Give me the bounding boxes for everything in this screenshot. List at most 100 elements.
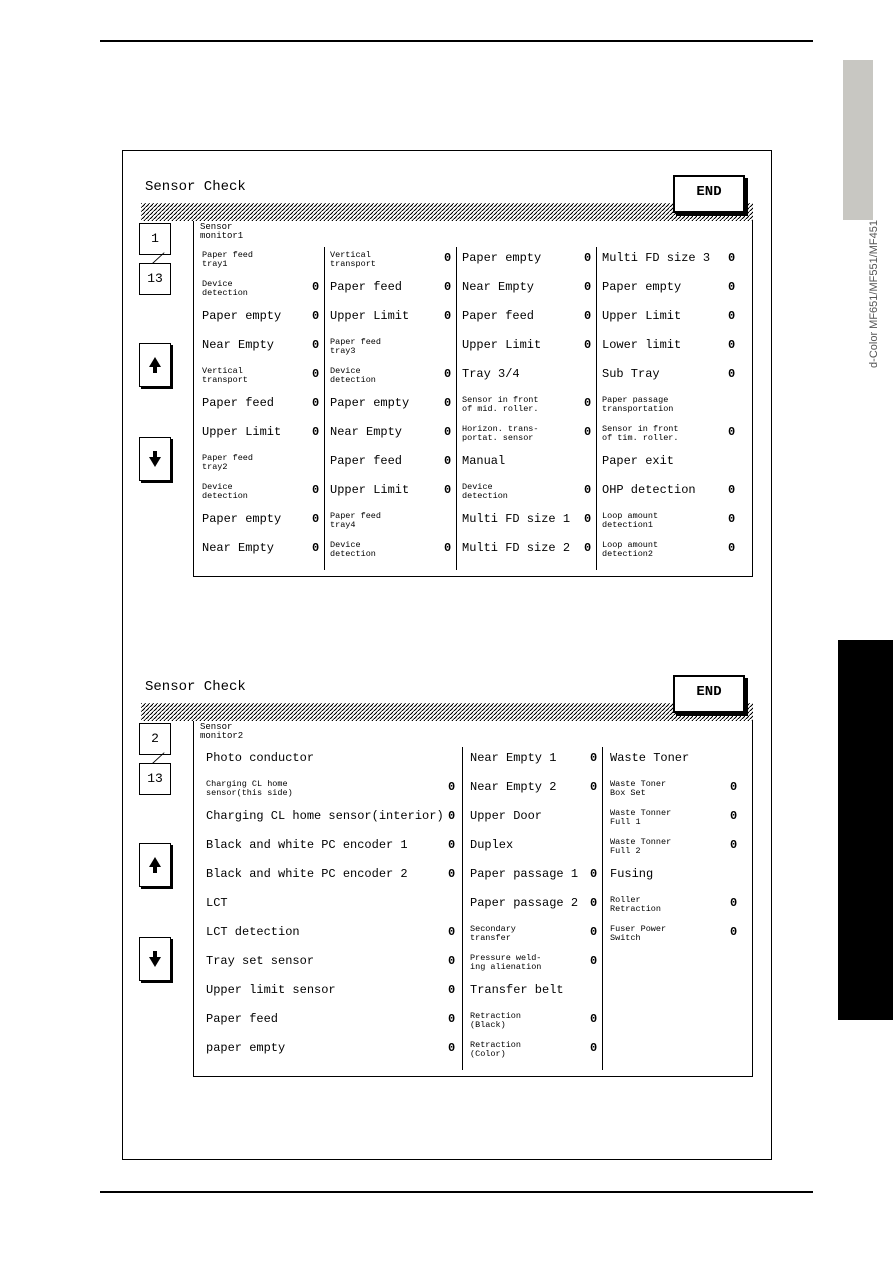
sensor-label: Paper feed — [202, 396, 274, 410]
panel-header-bar: END — [141, 203, 753, 221]
sensor-label: Near Empty — [462, 280, 534, 294]
sensor-label: Upper limit sensor — [206, 983, 336, 997]
sensor-label: Charging CL home sensor(interior) — [206, 809, 444, 823]
sensor-value: 0 — [728, 512, 735, 526]
sensor-label: paper empty — [206, 1041, 285, 1055]
sensor-label: Lower limit — [602, 338, 681, 352]
sensor-label: Tray set sensor — [206, 954, 314, 968]
sensor-label: Multi FD size 1 — [462, 512, 570, 526]
sensor-label: Upper Door — [470, 809, 542, 823]
sensor-value: 0 — [590, 1012, 597, 1026]
page-up-button[interactable] — [139, 843, 171, 887]
monitor-label: Sensor monitor1 — [200, 223, 243, 241]
header-rule — [100, 40, 813, 42]
sensor-label: LCT detection — [206, 925, 300, 939]
sensor-value: 0 — [728, 483, 735, 497]
panel-sensor-monitor-2: Sensor Check END 2 ╱ 13 Sensor monitor2 … — [141, 679, 753, 1099]
sensor-value: 0 — [448, 954, 455, 968]
pager: 1 ╱ 13 — [139, 223, 177, 491]
sensor-label: Paper exit — [602, 454, 674, 468]
sensor-label: Waste Tonner Full 1 — [610, 809, 671, 826]
sensor-value: 0 — [312, 425, 319, 439]
sensor-label: Upper Limit — [330, 483, 409, 497]
sensor-value: 0 — [728, 367, 735, 381]
sensor-value: 0 — [448, 780, 455, 794]
sensor-grid: Sensor monitor1 Paper feed tray1Device d… — [193, 221, 753, 577]
sensor-value: 0 — [444, 541, 451, 555]
sensor-label: Pressure weld- ing alienation — [470, 954, 541, 971]
section-marker — [838, 640, 893, 1020]
sensor-value: 0 — [444, 483, 451, 497]
sensor-value: 0 — [584, 338, 591, 352]
sensor-label: Paper empty — [602, 280, 681, 294]
sensor-label: Black and white PC encoder 1 — [206, 838, 408, 852]
page-down-button[interactable] — [139, 937, 171, 981]
sensor-value: 0 — [312, 396, 319, 410]
sensor-label: Paper feed tray3 — [330, 338, 381, 355]
sensor-grid: Sensor monitor2 Photo conductorCharging … — [193, 721, 753, 1077]
sensor-value: 0 — [448, 867, 455, 881]
sensor-value: 0 — [448, 983, 455, 997]
sensor-value: 0 — [730, 838, 737, 852]
sensor-value: 0 — [444, 280, 451, 294]
sensor-label: Device detection — [202, 280, 248, 297]
sensor-label: Upper Limit — [202, 425, 281, 439]
sensor-label: Near Empty 2 — [470, 780, 556, 794]
col-divider — [462, 747, 463, 1070]
sensor-value: 0 — [312, 512, 319, 526]
sensor-label: Loop amount detection1 — [602, 512, 658, 529]
sensor-label: Roller Retraction — [610, 896, 661, 913]
sensor-value: 0 — [312, 280, 319, 294]
sensor-label: Upper Limit — [330, 309, 409, 323]
end-button[interactable]: END — [673, 175, 745, 213]
sensor-label: Horizon. trans- portat. sensor — [462, 425, 539, 442]
sensor-value: 0 — [584, 425, 591, 439]
sensor-label: Paper passage 1 — [470, 867, 578, 881]
col-divider — [602, 747, 603, 1070]
sensor-label: Manual — [462, 454, 505, 468]
sensor-value: 0 — [444, 454, 451, 468]
page-up-button[interactable] — [139, 343, 171, 387]
sensor-label: Photo conductor — [206, 751, 314, 765]
side-tab-text: d-Color MF651/MF551/MF451 — [868, 220, 880, 368]
sensor-value: 0 — [312, 338, 319, 352]
sensor-label: Near Empty — [202, 338, 274, 352]
col-divider — [456, 247, 457, 570]
sensor-label: Paper feed — [330, 454, 402, 468]
sensor-value: 0 — [590, 867, 597, 881]
arrow-down-icon — [147, 949, 163, 969]
sensor-label: Paper empty — [202, 512, 281, 526]
sensor-label: Paper empty — [462, 251, 541, 265]
sensor-label: Paper empty — [202, 309, 281, 323]
sensor-label: Device detection — [462, 483, 508, 500]
sensor-value: 0 — [448, 1012, 455, 1026]
sensor-value: 0 — [730, 809, 737, 823]
sensor-label: Multi FD size 3 — [602, 251, 710, 265]
page-down-button[interactable] — [139, 437, 171, 481]
page-total: 13 — [139, 263, 171, 295]
sensor-label: Fuser Power Switch — [610, 925, 666, 942]
sensor-value: 0 — [730, 896, 737, 910]
sensor-label: OHP detection — [602, 483, 696, 497]
panel-header-bar: END — [141, 703, 753, 721]
sensor-value: 0 — [584, 512, 591, 526]
sensor-label: Paper feed tray2 — [202, 454, 253, 471]
sensor-label: Near Empty 1 — [470, 751, 556, 765]
sensor-label: Paper feed — [462, 309, 534, 323]
end-button[interactable]: END — [673, 675, 745, 713]
sensor-value: 0 — [448, 838, 455, 852]
page-frame: Sensor Check END 1 ╱ 13 Sensor monitor1 … — [122, 150, 772, 1160]
sensor-value: 0 — [730, 780, 737, 794]
sensor-value: 0 — [584, 280, 591, 294]
sensor-label: Paper feed — [206, 1012, 278, 1026]
sensor-label: LCT — [206, 896, 228, 910]
sensor-value: 0 — [444, 251, 451, 265]
sensor-label: Vertical transport — [330, 251, 376, 268]
sensor-value: 0 — [730, 925, 737, 939]
col-divider — [596, 247, 597, 570]
side-tab — [843, 60, 873, 220]
sensor-label: Fusing — [610, 867, 653, 881]
sensor-label: Device detection — [330, 541, 376, 558]
sensor-label: Paper passage 2 — [470, 896, 578, 910]
sensor-label: Charging CL home sensor(this side) — [206, 780, 293, 797]
